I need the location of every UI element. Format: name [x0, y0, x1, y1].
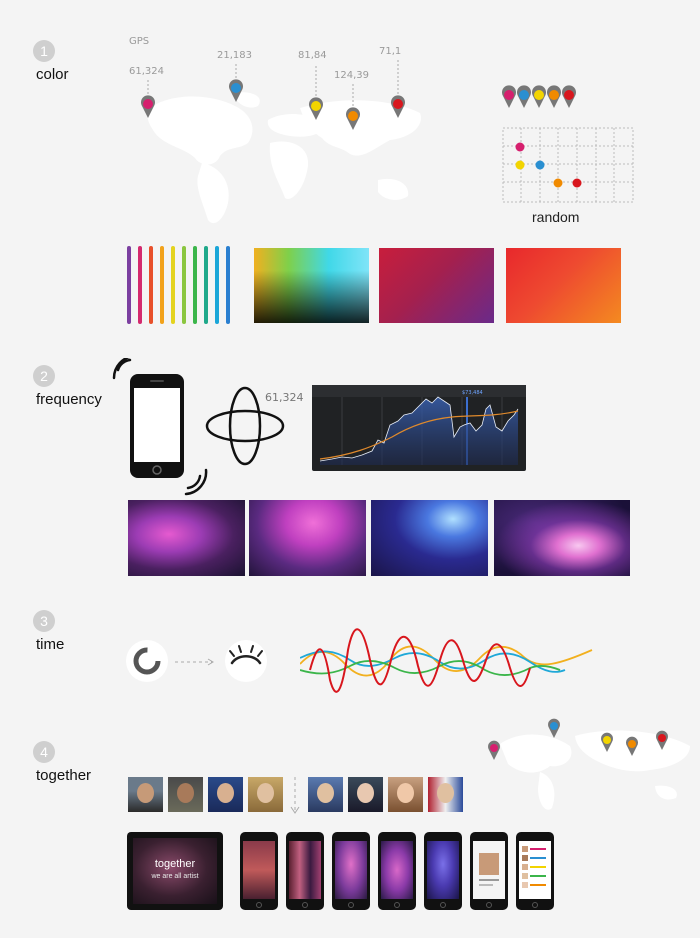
phone-screen-6 — [470, 832, 508, 910]
nebula-tile-3 — [371, 500, 488, 576]
map-pin-5 — [391, 95, 405, 118]
nebula-tile-2 — [249, 500, 366, 576]
section-title-frequency: frequency — [36, 391, 102, 408]
chart-header-label: $73,484 — [462, 390, 483, 396]
closed-eye-icon — [246, 655, 247, 656]
random-label: random — [532, 209, 580, 225]
step-number-4: 4 — [33, 741, 55, 763]
phone-screen-4 — [378, 832, 416, 910]
rainbow-stripes — [127, 246, 230, 324]
phone-screen-3 — [332, 832, 370, 910]
frequency-line-chart: $73,484 — [312, 385, 526, 471]
down-arrow-icon — [290, 777, 300, 814]
spectrum-gradient-swatch — [254, 248, 369, 323]
loading-ring-icon — [147, 655, 148, 656]
random-dots — [515, 142, 582, 188]
portrait-photo-2 — [168, 777, 203, 812]
phone-screen-5 — [424, 832, 462, 910]
red-orange-gradient-swatch — [506, 248, 621, 323]
portrait-photo-4 — [248, 777, 283, 812]
map-pin-2 — [229, 79, 243, 102]
tablet-screen: together we are all artist — [127, 832, 223, 910]
rotation-value: 61,324 — [265, 391, 304, 404]
map-pin-3 — [309, 97, 324, 120]
tablet-title: together — [154, 858, 196, 870]
portrait-photo-6 — [348, 777, 383, 812]
section-title-time: time — [36, 636, 65, 653]
phone-screen-2 — [286, 832, 324, 910]
together-world-map — [488, 718, 690, 810]
map-pin-1 — [141, 95, 156, 118]
section-title-together: together — [36, 767, 92, 784]
time-icons — [126, 640, 267, 682]
portrait-photo-3 — [208, 777, 243, 812]
portrait-photo-5 — [308, 777, 343, 812]
portrait-photo-8 — [428, 777, 463, 812]
tablet-subtitle: we are all artist — [151, 873, 199, 880]
portrait-photo-7 — [388, 777, 423, 812]
time-waves — [300, 628, 593, 693]
random-pin-row — [502, 85, 576, 108]
crimson-purple-gradient-swatch — [379, 248, 494, 323]
step-number-3: 3 — [33, 610, 55, 632]
phone-screen-7 — [516, 832, 554, 910]
nebula-tile-4 — [494, 500, 630, 576]
nebula-tile-1 — [128, 500, 245, 576]
map-pin-4 — [346, 107, 360, 130]
phone-screen-1 — [240, 832, 278, 910]
map-pins — [141, 60, 634, 203]
step-number-2: 2 — [33, 365, 55, 387]
portrait-photo-1 — [128, 777, 163, 812]
shaking-phone-icon — [112, 358, 208, 496]
